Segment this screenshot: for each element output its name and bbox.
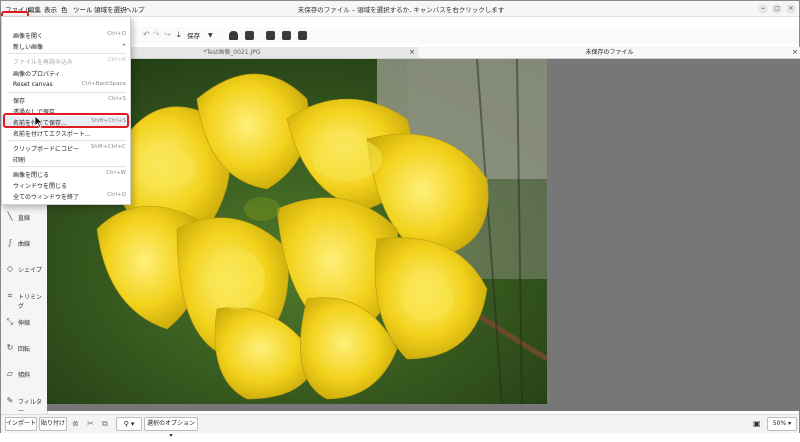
palette-icon[interactable]: ▣ [753,419,761,428]
tool-shape[interactable]: ◇ シェイプ [5,262,47,276]
import-button[interactable]: インポート [5,417,37,431]
redo-icon[interactable]: ↷ [153,30,160,39]
menu-item-save[interactable]: 保存 Ctrl+S [2,94,130,105]
bottom-bar: インポート 貼り付け ⊗ ✂ ⧉ ⚲ ▾ 選択のオプション ▾ ▣ 50% ▾ [1,414,799,439]
tool-label: 曲線 [18,241,31,248]
tool-skew[interactable]: ▱ 傾斜 [5,367,47,381]
fit-icon[interactable] [298,31,307,40]
menu-item-label: 画像のプロパティ [13,71,61,78]
paste-button[interactable]: 貼り付け [39,417,67,431]
menu-item-label: 印刷 [13,157,26,164]
menu-item-shortcut: Ctrl+Q [107,192,126,198]
menu-item-copy-clipboard[interactable]: クリップボードにコピー Shift+Ctrl+C [2,142,130,153]
tool-label: 伸縮 [18,320,31,327]
menu-item-shortcut: Ctrl+BackSpace [81,81,126,87]
share-icon[interactable] [245,31,254,40]
tab-unsaved[interactable]: 未保存のファイル [419,47,800,58]
zoom-dropdown[interactable]: 50% ▾ [767,417,797,431]
tab-close-icon[interactable]: × [792,47,798,58]
menu-item-label: ファイルを再読み込み [13,59,74,66]
cancel-selection-icon[interactable]: ⊗ [72,419,79,428]
menu-item-shortcut: Ctrl+R [107,57,126,63]
skew-icon: ▱ [6,369,14,378]
menu-item-shortcut: Shift+Ctrl+C [90,144,126,150]
menu-item-label: ウィンドウを閉じる [13,183,68,190]
menu-item-reload: ファイルを再読み込み Ctrl+R [2,55,130,66]
menu-item-close-image[interactable]: 画像を閉じる Ctrl+W [2,168,130,179]
save-as-highlight [3,113,129,128]
download-icon[interactable]: ⤓ [177,30,181,40]
tab-label: *Test画像_0021.JPG [203,49,261,56]
tool-label: 回転 [18,346,31,353]
minimize-icon[interactable]: − [758,4,768,14]
menu-item-shortcut: Ctrl+O [107,31,126,37]
zoom-in-icon[interactable] [282,31,291,40]
menu-separator [8,140,126,141]
selection-options-dropdown[interactable]: 選択のオプション ▾ [144,417,198,439]
tool-scale[interactable]: ⤡ 伸縮 [5,315,47,329]
menu-item-label: 画像を開く [13,33,44,40]
menu-item-print[interactable]: 印刷 [2,153,130,164]
tab-close-icon[interactable]: × [409,47,415,58]
shape-icon: ◇ [6,264,14,273]
curve-icon: ∫ [7,238,13,247]
menu-item-new[interactable]: 新しい画像 ▸ [2,40,130,51]
copy-icon[interactable]: ⧉ [102,419,108,429]
menu-item-close-window[interactable]: ウィンドウを閉じる [2,179,130,190]
save-dropdown-icon[interactable]: ▼ [208,32,213,39]
close-window-icon[interactable]: × [786,4,796,14]
menu-item-label: 名前を付けてエクスポート… [13,131,91,138]
tool-crop[interactable]: ⌗ トリミング [5,289,47,310]
mouse-cursor-icon [34,115,44,129]
tool-label: フィルター [18,399,42,415]
undo-icon[interactable]: ↶ [143,30,150,39]
tool-filter[interactable]: ✎ フィルター [5,394,47,415]
save-button[interactable]: 保存 [187,30,200,40]
submenu-arrow-icon: ▸ [123,42,126,48]
menu-item-label: Reset canvas [13,81,53,88]
menu-item-quit-all[interactable]: 全てのウィンドウを終了 Ctrl+Q [2,190,130,201]
menu-item-reset-canvas[interactable]: Reset canvas Ctrl+BackSpace [2,79,130,90]
tab-bar: *Test画像_0021.JPG × 未保存のファイル × [47,47,800,59]
rotate-icon: ↻ [6,343,14,352]
tool-rotate[interactable]: ↻ 回転 [5,341,47,355]
cut-icon[interactable]: ✂ [87,419,94,428]
menu-item-properties[interactable]: 画像のプロパティ [2,67,130,78]
scale-icon: ⤡ [6,317,14,326]
menu-item-shortcut: Ctrl+S [108,96,126,102]
zoom-value: 50% [772,420,787,427]
tool-label: 傾斜 [18,372,31,379]
filter-icon: ✎ [6,396,14,405]
tool-curve[interactable]: ∫ 曲線 [5,236,47,250]
file-menu: 画像を開く Ctrl+O 新しい画像 ▸ ファイルを再読み込み Ctrl+R 画… [1,16,131,205]
menu-item-open[interactable]: 画像を開く Ctrl+O [2,29,130,40]
menu-item-shortcut: Ctrl+W [106,170,126,176]
line-icon: ╲ [7,212,13,221]
menu-item-label: クリップボードにコピー [13,146,80,153]
print-icon[interactable] [229,31,238,40]
maximize-icon[interactable]: □ [772,4,782,14]
tool-label: シェイプ [18,267,43,274]
tool-label: 直線 [18,215,31,222]
tab-label: 未保存のファイル [585,49,634,56]
menu-separator [8,166,126,167]
menu-item-export-as[interactable]: 名前を付けてエクスポート… [2,127,130,138]
tool-label: トリミング [18,294,43,310]
window-title: 未保存のファイル – 領域を選択するか, キャンバスを右クリックします [297,6,505,14]
selection-mode-dropdown[interactable]: ⚲ ▾ [116,417,142,431]
menu-separator [8,92,126,93]
menu-separator [8,53,126,54]
menubar: ファイル 編集 表示 色 ツール 領域を選択 ヘルプ 未保存のファイル – 領域… [1,1,799,17]
menu-item-label: 画像を閉じる [13,172,50,179]
selection-options-label: 選択のオプション [146,420,195,427]
crop-icon: ⌗ [7,291,13,300]
tool-line[interactable]: ╲ 直線 [5,210,47,224]
menu-item-label: 新しい画像 [13,44,44,51]
menu-item-label: 全てのウィンドウを終了 [13,194,80,201]
menu-item-label: 保存 [13,98,26,105]
redo-alt-icon[interactable]: ↪ [164,30,171,39]
zoom-out-icon[interactable] [266,31,275,40]
